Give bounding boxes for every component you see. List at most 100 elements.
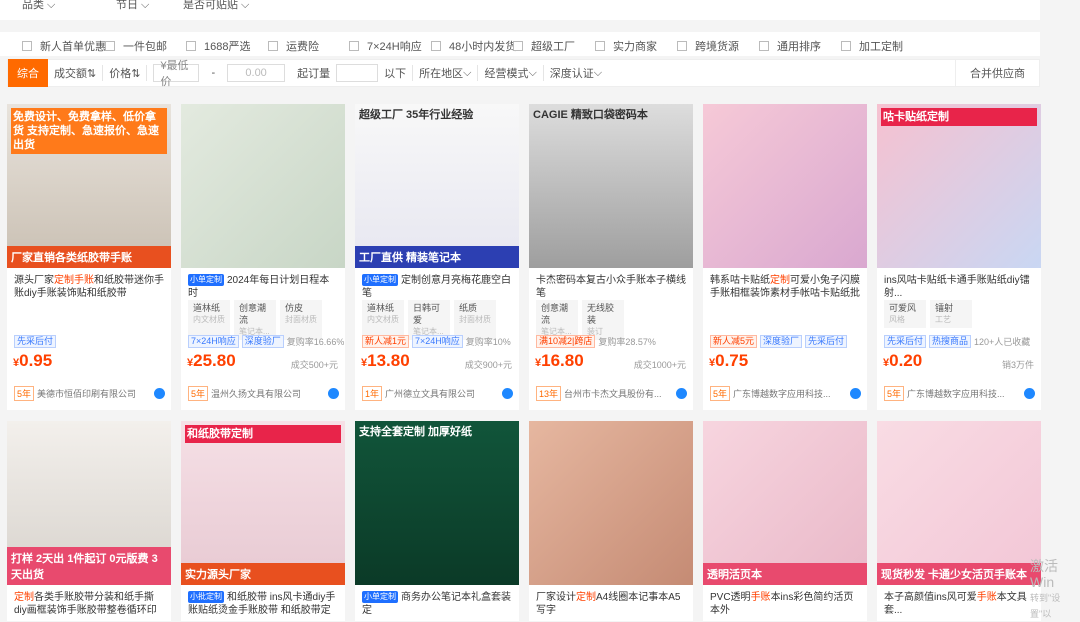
supplier-row[interactable]: 5年 广东博越数字应用科技... xyxy=(884,386,1036,401)
product-image[interactable]: 免费设计、免费拿样、低价拿货 支持定制、急速报价、急速出货 厂家直销各类纸胶带手账 xyxy=(7,104,171,268)
supplier-name[interactable]: 台州市卡杰文具股份有... xyxy=(564,387,662,400)
checkbox-box[interactable] xyxy=(105,41,115,51)
product-title[interactable]: 源头厂家定制手账和纸胶带迷你手账diy手账装饰贴和纸胶带 xyxy=(14,274,166,300)
supplier-row[interactable]: 1年 广州德立文具有限公司 xyxy=(362,386,514,401)
checkbox-box[interactable] xyxy=(677,41,687,51)
product-image[interactable]: CAGIE 精致口袋密码本 xyxy=(529,104,693,268)
product-card[interactable]: 现货秒发 卡通少女活页手账本本子高颜值ins风可爱手账本文具套... xyxy=(877,421,1041,621)
product-image[interactable] xyxy=(703,104,867,268)
supplier-row[interactable]: 5年 温州久扬文具有限公司 xyxy=(188,386,340,401)
attribute-value: 日韩可爱 xyxy=(413,303,441,325)
image-bottom-text: 透明活页本 xyxy=(703,563,867,585)
product-card[interactable]: 咕卡贴纸定制 ins风咕卡贴纸卡通手账贴纸diy镭射... 可爱风 风格 镭射 工艺 先采后… xyxy=(877,104,1041,410)
product-title[interactable]: 厂家设计定制A4线圈本记事本A5写字 xyxy=(536,591,688,617)
supplier-name[interactable]: 美德市恒佰印刷有限公司 xyxy=(37,387,136,400)
supplier-row[interactable]: 5年 美德市恒佰印刷有限公司 xyxy=(14,386,166,401)
checkbox-filter[interactable]: 超级工厂 xyxy=(513,38,575,54)
product-title[interactable]: 卡杰密码本复古小众手账本子横线笔 xyxy=(536,274,688,300)
supplier-row[interactable]: 13年 台州市卡杰文具股份有... xyxy=(536,386,688,401)
attribute: 纸质 封面材质 xyxy=(454,300,496,340)
merge-suppliers-toggle[interactable]: 合并供应商 xyxy=(955,59,1039,87)
supplier-name[interactable]: 广东博越数字应用科技... xyxy=(907,387,1005,400)
chat-icon[interactable] xyxy=(850,388,861,399)
product-card[interactable]: 和纸胶带定制 实力源头厂家小批定制 和纸胶带 ins风卡通diy手账贴纸烫金手账胶带… xyxy=(181,421,345,621)
product-image[interactable] xyxy=(529,421,693,585)
checkbox-filter[interactable]: 通用排序 xyxy=(759,38,821,54)
max-price-input[interactable]: 0.00 xyxy=(227,64,286,82)
product-card[interactable]: 韩系咕卡贴纸定制可爱小兔子闪膜手账相框装饰素材手帐咕卡贴纸批 新人减5元 深度验厂先… xyxy=(703,104,867,410)
checkbox-filter[interactable]: 加工定制 xyxy=(841,38,903,54)
product-title[interactable]: 小单定制 定制创意月亮梅花鹿空白笔 xyxy=(362,274,514,300)
checkbox-box[interactable] xyxy=(268,41,278,51)
supplier-name[interactable]: 广州德立文具有限公司 xyxy=(385,387,475,400)
min-price-input[interactable]: ¥最低价 xyxy=(153,60,200,88)
product-card[interactable]: 超级工厂 35年行业经验 工厂直供 精装笔记本小单定制 定制创意月亮梅花鹿空白笔道林… xyxy=(355,104,519,410)
checkbox-filter[interactable]: 跨境货源 xyxy=(677,38,739,54)
checkbox-box[interactable] xyxy=(513,41,523,51)
product-image[interactable]: 透明活页本 xyxy=(703,421,867,585)
product-image[interactable]: 和纸胶带定制 实力源头厂家 xyxy=(181,421,345,585)
chat-icon[interactable] xyxy=(502,388,513,399)
filter-category[interactable]: 品类 ⌵ xyxy=(22,0,55,12)
filter-mode[interactable]: 经营模式 ⌵ xyxy=(478,59,542,87)
moq-input[interactable] xyxy=(336,64,379,82)
chat-icon[interactable] xyxy=(1024,388,1035,399)
product-title[interactable]: 定制各类手账胶带分装和纸手撕diy画框装饰手账胶带整卷循环印刷 xyxy=(14,591,166,617)
checkbox-filter[interactable]: 运费险 xyxy=(268,38,319,54)
product-title[interactable]: 本子高颜值ins风可爱手账本文具套... xyxy=(884,591,1036,617)
checkbox-filter[interactable]: 7×24H响应 xyxy=(349,38,422,54)
checkbox-filter[interactable]: 实力商家 xyxy=(595,38,657,54)
product-card[interactable]: CAGIE 精致口袋密码本 卡杰密码本复古小众手账本子横线笔 创意潮流 笔记本... 无… xyxy=(529,104,693,410)
product-title[interactable]: ins风咕卡贴纸卡通手账贴纸diy镭射... xyxy=(884,274,1036,300)
chat-icon[interactable] xyxy=(154,388,165,399)
supplier-name[interactable]: 温州久扬文具有限公司 xyxy=(211,387,301,400)
product-card[interactable]: 免费设计、免费拿样、低价拿货 支持定制、急速报价、急速出货 厂家直销各类纸胶带手账… xyxy=(7,104,171,410)
checkbox-filter[interactable]: 1688严选 xyxy=(186,38,250,54)
filter-sticker[interactable]: 是否可贴贴 ⌵ xyxy=(183,0,249,12)
supplier-years: 5年 xyxy=(188,386,209,401)
product-card[interactable]: 厂家设计定制A4线圈本记事本A5写字 xyxy=(529,421,693,621)
windows-activation-watermark: 激活 Win 转到"设置"以 xyxy=(1030,558,1080,622)
product-card[interactable]: 小单定制 2024年每日计划日程本 时道林纸 内文材质 创意潮流 笔记本... 仿皮 封面材… xyxy=(181,104,345,410)
filter-depth[interactable]: 深度认证 ⌵ xyxy=(544,59,608,87)
product-image[interactable]: 支持全套定制 加厚好纸 xyxy=(355,421,519,585)
product-image[interactable]: 现货秒发 卡通少女活页手账本 xyxy=(877,421,1041,585)
image-bottom-text: 厂家直销各类纸胶带手账 xyxy=(7,246,171,268)
product-image[interactable]: 打样 2天出 1件起订 0元版费 3天出货 xyxy=(7,421,171,585)
checkbox-box[interactable] xyxy=(595,41,605,51)
product-title[interactable]: 小单定制 商务办公笔记本礼盒套装定 xyxy=(362,591,514,617)
watermark-line2: 转到"设置"以 xyxy=(1030,593,1061,619)
product-title[interactable]: 小批定制和纸胶带 ins风卡通diy手账贴纸烫金手账胶带 和纸胶带定做小批 xyxy=(188,591,340,617)
filter-area[interactable]: 所在地区 ⌵ xyxy=(413,59,477,87)
checkbox-box[interactable] xyxy=(431,41,441,51)
sort-price[interactable]: 价格 ⇅ xyxy=(103,59,146,87)
product-image[interactable]: 超级工厂 35年行业经验 工厂直供 精装笔记本 xyxy=(355,104,519,268)
product-card[interactable]: 打样 2天出 1件起订 0元版费 3天出货定制各类手账胶带分装和纸手撕diy画框… xyxy=(7,421,171,621)
attribute-value: 道林纸 xyxy=(367,303,395,313)
chat-icon[interactable] xyxy=(328,388,339,399)
product-card[interactable]: 透明活页本 PVC透明手账本ins彩色简约活页本外 xyxy=(703,421,867,621)
checkbox-box[interactable] xyxy=(841,41,851,51)
checkbox-box[interactable] xyxy=(186,41,196,51)
checkbox-filter[interactable]: 新人首单优惠 xyxy=(22,38,106,54)
checkbox-box[interactable] xyxy=(349,41,359,51)
title-text: 厂家设计 xyxy=(536,592,576,603)
supplier-row[interactable]: 5年 广东博越数字应用科技... xyxy=(710,386,862,401)
product-image[interactable]: 咕卡贴纸定制 xyxy=(877,104,1041,268)
checkbox-filter[interactable]: 一件包邮 xyxy=(105,38,167,54)
product-card[interactable]: 支持全套定制 加厚好纸小单定制 商务办公笔记本礼盒套装定 xyxy=(355,421,519,621)
checkbox-box[interactable] xyxy=(22,41,32,51)
sort-sales[interactable]: 成交额 ⇅ xyxy=(48,59,102,87)
product-image[interactable] xyxy=(181,104,345,268)
filter-holiday[interactable]: 节日 ⌵ xyxy=(116,0,149,12)
badge-row: 满10减2|跨店 复购率28.57% xyxy=(536,335,656,348)
sort-comprehensive[interactable]: 综合 xyxy=(8,59,48,87)
supplier-name[interactable]: 广东博越数字应用科技... xyxy=(733,387,831,400)
product-title[interactable]: 小单定制 2024年每日计划日程本 时 xyxy=(188,274,340,300)
checkbox-box[interactable] xyxy=(759,41,769,51)
chat-icon[interactable] xyxy=(676,388,687,399)
checkbox-filter[interactable]: 48小时内发货 xyxy=(431,38,516,54)
product-title[interactable]: PVC透明手账本ins彩色简约活页本外 xyxy=(710,591,862,617)
image-overlay-text: 支持全套定制 加厚好纸 xyxy=(359,426,473,438)
product-title[interactable]: 韩系咕卡贴纸定制可爱小兔子闪膜手账相框装饰素材手帐咕卡贴纸批 xyxy=(710,274,862,300)
